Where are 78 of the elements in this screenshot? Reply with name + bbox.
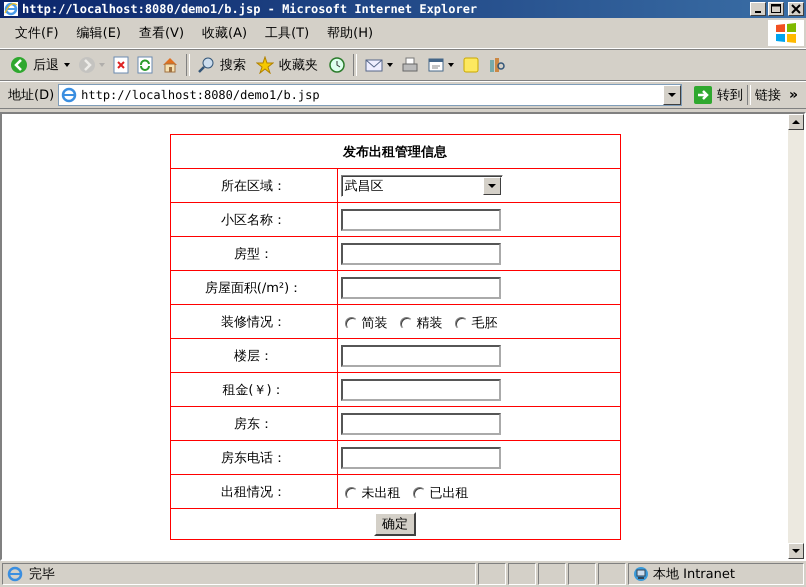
star-icon <box>256 56 274 74</box>
status-pane <box>568 563 596 585</box>
scroll-down-arrow-icon[interactable] <box>792 549 800 553</box>
input-field[interactable] <box>340 276 500 298</box>
status-pane <box>508 563 536 585</box>
caret-icon <box>64 63 70 67</box>
search-icon <box>197 56 215 74</box>
note-icon <box>462 56 480 74</box>
field-label: 小区名称： <box>221 212 286 228</box>
maximize-icon <box>771 4 781 14</box>
zone-text: 本地 Intranet <box>653 566 735 583</box>
dropdown-arrow-icon <box>488 184 496 188</box>
address-field[interactable]: http://localhost:8080/demo1/b.jsp <box>58 84 682 106</box>
field-label: 房东： <box>234 416 273 432</box>
refresh-icon <box>137 56 153 74</box>
back-button[interactable]: 后退 <box>6 54 74 76</box>
minimize-button[interactable] <box>750 2 766 16</box>
more-button[interactable]: » <box>784 87 802 103</box>
history-clock-icon <box>328 56 346 74</box>
close-icon <box>791 4 801 14</box>
radio-label: 毛胚 <box>472 315 498 332</box>
submit-button[interactable]: 确定 <box>374 512 416 536</box>
go-button[interactable]: 转到 <box>690 86 747 104</box>
field-label: 房屋面积(/m²)： <box>204 280 302 296</box>
caret-icon <box>99 63 105 67</box>
menu-item[interactable]: 工具(T) <box>258 22 316 44</box>
address-label: 地址(D) <box>8 87 54 104</box>
menu-item[interactable]: 查看(V) <box>132 22 192 44</box>
radio-label: 简装 <box>362 315 388 332</box>
books-icon <box>488 56 506 74</box>
minimize-icon <box>755 11 761 13</box>
links-button[interactable]: 链接 <box>750 86 785 104</box>
stop-icon <box>113 56 129 74</box>
browser-logo-icon <box>4 2 18 16</box>
input-field[interactable] <box>340 378 500 400</box>
field-label: 所在区域： <box>221 178 286 194</box>
flag-logo-icon <box>768 20 804 46</box>
scrollbar[interactable] <box>788 114 804 559</box>
input-field[interactable] <box>340 412 500 434</box>
favorites-button[interactable]: 收藏夹 <box>252 54 324 76</box>
page-icon <box>61 87 78 103</box>
status-text: 完毕 <box>29 566 55 583</box>
caret-icon <box>387 63 393 67</box>
district-select[interactable]: 武昌区 <box>340 174 502 196</box>
page-icon <box>7 566 23 582</box>
network-computer-icon <box>633 566 649 582</box>
menu-item[interactable]: 文件(F) <box>8 22 66 44</box>
status-pane <box>598 563 626 585</box>
printer-icon <box>401 56 419 74</box>
edit-page-icon <box>427 56 445 74</box>
input-field[interactable] <box>340 242 500 264</box>
radio-label: 精装 <box>416 315 442 332</box>
field-label: 房东电话： <box>221 450 286 466</box>
scroll-up-arrow-icon[interactable] <box>792 120 800 124</box>
field-label: 楼层： <box>234 348 273 364</box>
caret-icon <box>448 63 454 67</box>
dropdown-arrow-icon <box>668 93 676 97</box>
form-title: 发布出租管理信息 <box>343 144 447 160</box>
window-title: http://localhost:8080/demo1/b.jsp - Microsoft Internet Explorer <box>22 2 478 16</box>
status-pane <box>478 563 506 585</box>
maximize-button[interactable] <box>768 2 784 16</box>
radio-label: 已出租 <box>430 485 468 502</box>
search-button[interactable]: 搜索 <box>193 54 252 76</box>
radio-label: 未出租 <box>362 485 400 502</box>
field-label: 装修情况： <box>221 314 286 330</box>
input-field[interactable] <box>340 446 500 468</box>
dropdown-button[interactable] <box>662 85 681 105</box>
menu-item[interactable]: 编辑(E) <box>70 22 128 44</box>
field-label: 租金(￥)： <box>222 382 285 398</box>
status-pane <box>538 563 566 585</box>
house-icon <box>161 56 179 74</box>
menu-item[interactable]: 帮助(H) <box>320 22 380 44</box>
input-field[interactable] <box>340 344 500 366</box>
field-label: 出租情况： <box>221 484 286 500</box>
field-label: 房型： <box>234 246 273 262</box>
input-field[interactable] <box>340 208 500 230</box>
close-button[interactable] <box>788 2 804 16</box>
menu-item[interactable]: 收藏(A) <box>195 22 254 44</box>
